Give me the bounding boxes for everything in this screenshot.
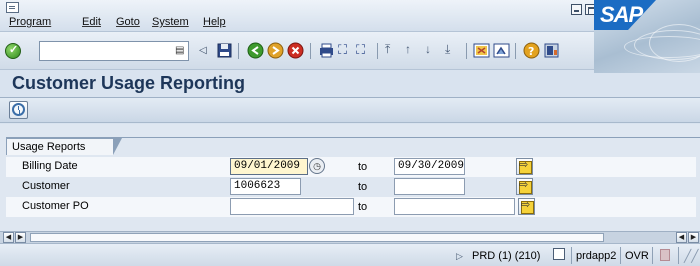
minimize-icon[interactable]: [571, 4, 582, 15]
menu-help[interactable]: Help: [203, 16, 226, 28]
customer-po-to-label: to: [358, 201, 368, 213]
menu-program[interactable]: Program: [9, 16, 51, 28]
print-icon[interactable]: [318, 42, 335, 59]
shortcut-icon[interactable]: [493, 42, 510, 59]
layout-icon[interactable]: [543, 42, 560, 59]
help-icon[interactable]: ?: [523, 42, 540, 59]
customer-po-to-field[interactable]: [394, 198, 515, 215]
application-toolbar: [0, 98, 700, 123]
scroll-end-left-icon[interactable]: ◀: [676, 232, 687, 243]
server-name: prdapp2: [576, 250, 617, 262]
create-session-icon[interactable]: [473, 42, 490, 59]
billing-date-to-label: to: [358, 161, 368, 173]
system-info: PRD (1) (210): [472, 250, 541, 262]
execute-button[interactable]: [9, 101, 28, 119]
horizontal-scrollbar[interactable]: ◀ ▶ ◀ ▶: [0, 231, 700, 243]
input-mode[interactable]: OVR: [625, 249, 649, 263]
customer-po-from-field[interactable]: [230, 198, 354, 215]
find-icon[interactable]: ⛶: [338, 42, 355, 59]
row-customer-po: Customer PO to: [6, 197, 696, 217]
sap-logo: SAP: [594, 0, 656, 30]
billing-date-from-field[interactable]: 09/01/2009: [230, 158, 308, 175]
customer-po-multiple-selection-button[interactable]: [518, 198, 535, 215]
menu-goto[interactable]: Goto: [116, 16, 140, 28]
prev-page-icon[interactable]: ↑: [405, 42, 422, 59]
svg-text:?: ?: [528, 45, 534, 58]
page-title: Customer Usage Reporting: [12, 73, 246, 93]
groupbox-title: Usage Reports: [6, 138, 122, 155]
exit-icon[interactable]: [267, 42, 284, 59]
customer-from-field[interactable]: 1006623: [230, 178, 301, 195]
back-nav-icon[interactable]: [247, 42, 264, 59]
customer-label: Customer: [22, 180, 70, 192]
row-customer: Customer 1006623 to: [6, 177, 696, 197]
system-menu-icon[interactable]: [6, 2, 19, 13]
selection-screen: Usage Reports Billing Date 09/01/2009 ◷ …: [0, 124, 700, 231]
customer-to-label: to: [358, 181, 368, 193]
date-picker-icon[interactable]: ◷: [309, 158, 325, 174]
row-billing-date: Billing Date 09/01/2009 ◷ to 09/30/2009: [6, 157, 696, 177]
sap-logo-text: SAP: [600, 2, 643, 27]
scroll-end-right-icon[interactable]: ▶: [688, 232, 699, 243]
command-history-icon[interactable]: ▤: [175, 45, 184, 56]
customer-po-label: Customer PO: [22, 200, 89, 212]
status-bar: ▷ PRD (1) (210) prdapp2 OVR ╱╱: [0, 243, 700, 266]
enter-icon[interactable]: [5, 43, 21, 59]
lock-icon: [660, 249, 670, 261]
find-next-icon[interactable]: ⛶: [356, 42, 373, 59]
first-page-icon[interactable]: ⤒: [385, 42, 402, 59]
scroll-left-icon[interactable]: ◀: [3, 232, 14, 243]
sap-logo-area: SAP: [594, 0, 700, 73]
billing-date-to-field[interactable]: 09/30/2009: [394, 158, 465, 175]
back-icon[interactable]: ◁: [199, 45, 216, 62]
standard-toolbar: ▤ ◁ ⛶ ⛶ ⤒ ↑ ↓ ⤓ ?: [0, 32, 594, 70]
next-page-icon[interactable]: ↓: [425, 42, 442, 59]
status-expand-icon[interactable]: ▷: [456, 249, 463, 263]
groupbox-title-text: Usage Reports: [12, 141, 86, 153]
scrollbar-thumb[interactable]: [30, 233, 604, 242]
billing-date-multiple-selection-button[interactable]: [516, 158, 533, 175]
save-icon[interactable]: [216, 42, 233, 59]
scroll-right-icon[interactable]: ▶: [15, 232, 26, 243]
menu-system[interactable]: System: [152, 16, 189, 28]
menu-edit[interactable]: Edit: [82, 16, 101, 28]
customer-multiple-selection-button[interactable]: [516, 178, 533, 195]
customer-to-field[interactable]: [394, 178, 465, 195]
execute-clock-icon: [12, 103, 25, 116]
command-field[interactable]: [39, 41, 189, 61]
last-page-icon[interactable]: ⤓: [445, 42, 462, 59]
cancel-icon[interactable]: [287, 42, 304, 59]
system-info-list-icon[interactable]: [553, 248, 565, 260]
billing-date-label: Billing Date: [22, 160, 78, 172]
resize-grip-icon[interactable]: ╱╱: [684, 249, 698, 263]
